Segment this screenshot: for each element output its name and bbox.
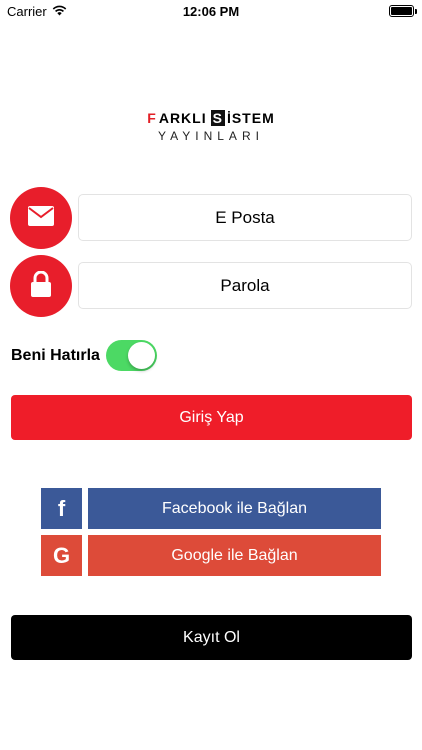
login-button[interactable]: Giriş Yap <box>11 395 412 440</box>
password-icon-badge <box>10 255 72 317</box>
logo-subtitle: YAYINLARI <box>158 129 264 143</box>
google-icon[interactable]: G <box>41 535 82 576</box>
facebook-icon-glyph: f <box>57 495 66 521</box>
facebook-icon[interactable]: f <box>41 488 82 529</box>
register-button[interactable]: Kayıt Ol <box>11 615 412 660</box>
email-field[interactable] <box>78 194 412 241</box>
clock: 12:06 PM <box>182 4 240 19</box>
logo-word-1: ARKLI <box>158 110 207 126</box>
remember-toggle[interactable] <box>105 340 157 371</box>
google-row: G Google ile Bağlan <box>41 535 381 576</box>
remember-me: Beni Hatırla <box>11 340 157 371</box>
logo-highlight-letter: S <box>210 110 225 126</box>
facebook-row: f Facebook ile Bağlan <box>41 488 381 529</box>
battery-icon <box>389 5 417 17</box>
google-icon-glyph: G <box>52 542 71 568</box>
password-field[interactable] <box>78 262 412 309</box>
lock-icon <box>30 270 52 302</box>
envelope-icon <box>28 205 54 231</box>
email-icon-badge <box>10 187 72 249</box>
logo-word-2: İSTEM <box>226 110 275 126</box>
brand-logo: F ARKLI S İSTEM YAYINLARI <box>0 110 422 143</box>
google-login-button[interactable]: Google ile Bağlan <box>88 535 381 576</box>
toggle-knob <box>127 342 155 369</box>
email-row <box>10 187 412 249</box>
status-bar: Carrier 12:06 PM <box>0 0 422 22</box>
logo-first-letter: F <box>147 110 157 126</box>
facebook-login-button[interactable]: Facebook ile Bağlan <box>88 488 381 529</box>
remember-label: Beni Hatırla <box>11 346 100 364</box>
logo-wordmark: F ARKLI S İSTEM <box>147 110 274 126</box>
password-row <box>10 255 412 317</box>
